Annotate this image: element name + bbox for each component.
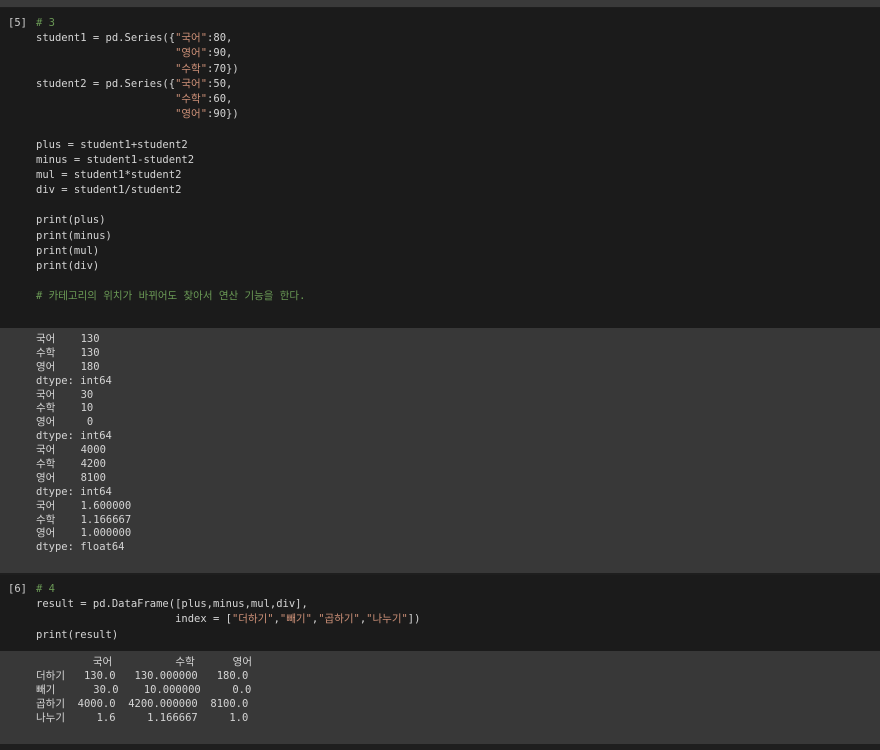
code-token: print(result) [36,628,119,641]
code-comment: # 카테고리의 위치가 바뀌어도 찾아서 연산 기능을 한다. [36,290,306,303]
output-line: 영어 180 [36,360,100,373]
output-line: 나누기 1.6 1.166667 1.0 [36,711,249,724]
code-string: "국어" [175,32,208,45]
code-comment: # 4 [36,583,55,595]
code-line: result = pd.DataFrame([plus,minus,mul,di… [36,597,870,612]
output-area-6: 국어 수학 영어 더하기 130.0 130.000000 180.0 빼기 30.… [0,651,880,744]
output-line: dtype: float64 [36,541,125,554]
output-line: 국어 30 [36,388,94,401]
code-token: print(plus) [36,214,106,227]
code-line: print(plus) [36,213,870,228]
code-line: print(result) [36,628,870,643]
code-line: mul = student1*student2 [36,168,870,183]
output-area-5: 국어 130 수학 130 영어 180 dtype: int64 국어 30 수학 10… [0,328,880,573]
code-token: minus = student1-student2 [36,153,195,166]
code-line: index = ["더하기","빼기","곱하기","나누기"]) [36,612,870,627]
output-line: 국어 1.600000 [36,499,132,512]
output-line: dtype: int64 [36,430,112,443]
code-line: print(minus) [36,229,870,244]
code-token: print(minus) [36,229,112,242]
output-line: dtype: int64 [36,374,112,387]
notebook-top-bar [0,0,880,7]
code-comment: # 3 [36,17,55,29]
execution-count-label: [6] [8,583,27,595]
code-string: "더하기" [231,613,274,626]
output-line: 수학 130 [36,346,100,359]
code-line: print(div) [36,259,870,274]
code-line: # 4 [36,582,870,597]
code-editor[interactable]: # 3 student1 = pd.Series({"국어":80, "영어":9… [36,16,870,305]
code-line: print(mul) [36,244,870,259]
code-token: mul = student1*student2 [36,168,182,181]
code-line: div = student1/student2 [36,183,870,198]
code-cell-5[interactable]: [5] # 3 student1 = pd.Series({"국어":80, "영… [0,8,880,328]
output-line: 수학 10 [36,402,94,415]
output-line: 국어 130 [36,333,100,345]
code-string: "나누기" [366,613,408,626]
output-line: 빼기 30.0 10.000000 0.0 [36,683,252,696]
output-text: 국어 수학 영어 더하기 130.0 130.000000 180.0 빼기 30.… [36,656,870,725]
code-string: "국어" [175,77,208,90]
code-token: :90, [207,47,233,60]
code-string: "영어" [175,47,208,60]
code-token: div = student1/student2 [36,184,182,197]
code-string: "곱하기" [318,613,360,626]
code-line: student2 = pd.Series({"국어":50, [36,77,870,92]
code-line: "수학":70}) [36,62,870,77]
code-token: result = pd.DataFrame([plus,minus,mul,di… [36,598,308,611]
code-token: print(div) [36,260,100,272]
code-token: :50, [207,77,233,90]
code-line: student1 = pd.Series({"국어":80, [36,31,870,46]
code-string: "영어" [175,108,208,121]
code-token: plus = student1+student2 [36,138,188,151]
code-token: :90}) [207,108,239,121]
code-line: # 카테고리의 위치가 바뀌어도 찾아서 연산 기능을 한다. [36,289,870,304]
output-line: 수학 4200 [36,458,106,471]
output-line: dtype: int64 [36,485,112,498]
code-string: "수학" [175,62,208,75]
code-line: "영어":90}) [36,107,870,122]
output-text: 국어 130 수학 130 영어 180 dtype: int64 국어 30 수학 10… [36,333,870,555]
code-line: "영어":90, [36,46,870,61]
output-line: 영어 0 [36,416,94,429]
output-line: 수학 1.166667 [36,513,132,526]
output-line: 국어 4000 [36,444,106,457]
code-line: # 3 [36,16,870,31]
code-token: :60, [207,92,233,105]
code-line: "수학":60, [36,92,870,107]
output-line: 영어 8100 [36,471,106,484]
code-token: print(mul) [36,244,100,257]
code-cell-6[interactable]: [6] # 4 result = pd.DataFrame([plus,minus… [0,575,880,651]
output-line: 더하기 130.0 130.000000 180.0 [36,669,249,682]
code-token: student2 = pd.Series({ [36,77,176,90]
code-token: ]) [407,613,421,626]
code-string: "수학" [175,92,208,105]
code-token: :70}) [207,62,239,75]
code-token: student1 = pd.Series({ [36,32,176,45]
code-editor[interactable]: # 4 result = pd.DataFrame([plus,minus,mul… [36,582,870,643]
output-line: 곱하기 4000.0 4200.000000 8100.0 [36,697,249,710]
code-line: plus = student1+student2 [36,138,870,153]
code-token: index = [ [36,613,232,626]
execution-count-label: [5] [8,17,27,29]
code-token: :80, [207,32,233,45]
code-string: "빼기" [279,613,312,626]
output-line: 영어 1.000000 [36,527,132,540]
code-line: minus = student1-student2 [36,153,870,168]
output-line: 국어 수학 영어 [36,656,252,668]
